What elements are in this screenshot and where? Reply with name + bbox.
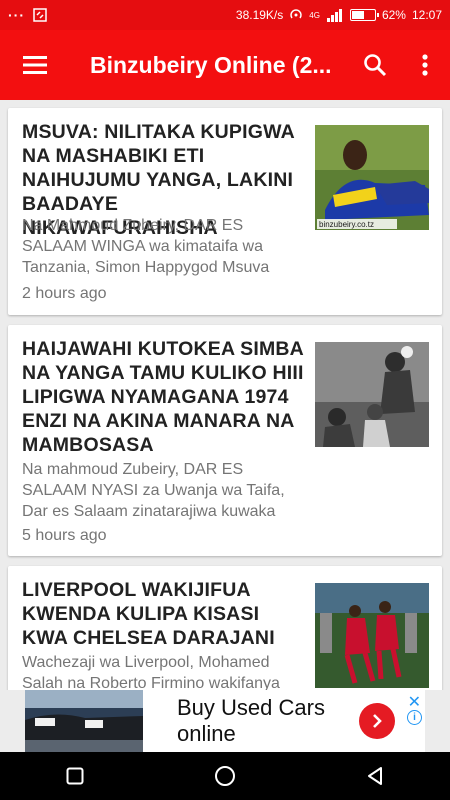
- article-thumbnail[interactable]: [315, 342, 429, 447]
- article-thumbnail[interactable]: binzubeiry.co.tz: [315, 125, 429, 230]
- recents-icon[interactable]: [45, 752, 105, 800]
- article-feed[interactable]: MSUVA: NILITAKA KUPIGWA NA MASHABIKI ETI…: [0, 100, 450, 690]
- article-thumbnail[interactable]: [315, 583, 429, 688]
- home-icon[interactable]: [195, 752, 255, 800]
- article-card[interactable]: LIVERPOOL WAKIJIFUA KWENDA KULIPA KISASI…: [8, 566, 442, 690]
- ad-info-icon[interactable]: i: [407, 710, 422, 725]
- thumb-watermark: binzubeiry.co.tz: [319, 220, 374, 229]
- app-bar: Binzubeiry Online (2...: [0, 30, 450, 100]
- back-icon[interactable]: [345, 752, 405, 800]
- article-title[interactable]: HAIJAWAHI KUTOKEA SIMBA NA YANGA TAMU KU…: [22, 337, 307, 457]
- ad-open-button[interactable]: [359, 703, 395, 739]
- system-nav-bar: [0, 752, 450, 800]
- article-card[interactable]: MSUVA: NILITAKA KUPIGWA NA MASHABIKI ETI…: [8, 108, 442, 315]
- article-excerpt: Na Mahmoud Zubeiry, DAR ES SALAAM WINGA …: [22, 217, 270, 276]
- article-time: 5 hours ago: [22, 527, 107, 544]
- app-title: Binzubeiry Online (2...: [90, 51, 332, 78]
- search-icon[interactable]: [350, 30, 400, 100]
- battery-fill: [351, 11, 365, 19]
- ad-text[interactable]: Buy Used Cars online: [143, 695, 359, 747]
- article-title[interactable]: LIVERPOOL WAKIJIFUA KWENDA KULIPA KISASI…: [22, 578, 307, 650]
- more-vert-icon[interactable]: [400, 30, 450, 100]
- clock: 12:07: [411, 8, 442, 22]
- article-card[interactable]: HAIJAWAHI KUTOKEA SIMBA NA YANGA TAMU KU…: [8, 325, 442, 556]
- battery-percent: 62%: [381, 8, 406, 22]
- ad-close-icon[interactable]: ✕: [408, 692, 421, 712]
- status-bar: ··· 38.19K/s 4G 62% 12:07: [0, 0, 450, 30]
- ad-image[interactable]: [25, 690, 143, 752]
- notification-dots-icon: ···: [8, 7, 25, 23]
- ad-banner[interactable]: Buy Used Cars online ✕ i: [25, 690, 425, 752]
- battery-icon: [349, 9, 379, 21]
- net-speed: 38.19K/s: [235, 8, 284, 22]
- article-excerpt: Na mahmoud Zubeiry, DAR ES SALAAM NYASI …: [22, 461, 285, 520]
- hotspot-icon: [290, 9, 302, 19]
- network-type: 4G: [309, 10, 320, 20]
- signal-icon: [326, 8, 342, 22]
- menu-icon[interactable]: [0, 30, 70, 100]
- article-excerpt: Wachezaji wa Liverpool, Mohamed Salah na…: [22, 654, 280, 690]
- screenshot-icon: [33, 8, 47, 22]
- article-time: 2 hours ago: [22, 285, 107, 302]
